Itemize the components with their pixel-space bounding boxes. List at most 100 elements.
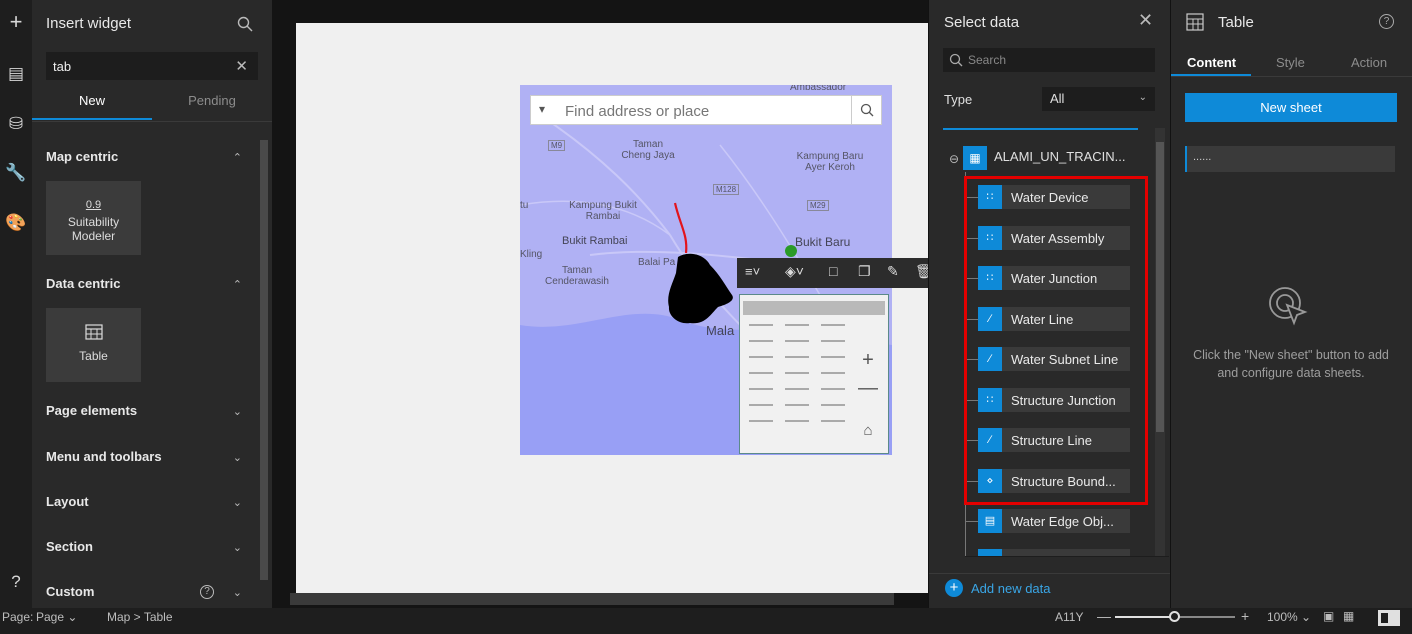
section-data-centric[interactable]: Data centric [46,276,120,291]
tab-style[interactable]: Style [1276,55,1305,70]
chevron-up-icon[interactable]: ⌃ [233,151,242,164]
left-rail: + ▤ ⛁ 🔧 🎨 ? [0,0,32,608]
chevron-down-icon[interactable]: ⌄ [233,451,242,464]
zoom-out-icon[interactable]: — [1097,608,1111,624]
new-sheet-button[interactable]: New sheet [1185,93,1397,122]
highlight-box [964,176,1148,505]
zoom-in-icon[interactable]: + [853,349,883,373]
fit-icon[interactable]: ▣ [1323,609,1334,623]
breadcrumb: Map > Table [107,610,173,624]
breadcrumb-item[interactable]: Table [144,610,173,624]
tools-icon[interactable]: 🔧 [0,157,32,189]
map-layer-icon: ▦ [963,146,987,170]
collapse-icon[interactable]: ⊖ [949,152,959,166]
table-icon [84,324,103,340]
help-icon[interactable]: ? [0,566,32,598]
zoom-slider[interactable] [1115,611,1235,622]
scrollbar[interactable] [1155,128,1165,556]
add-new-data-link[interactable]: Add new data [971,581,1051,596]
horizontal-scrollbar[interactable] [290,593,894,605]
unlock-icon[interactable]: □ [829,263,837,279]
data-icon[interactable]: ⛁ [0,108,32,140]
search-icon [949,53,963,67]
clear-icon[interactable]: ✕ [235,57,248,75]
empty-state-hint: Click the "New sheet" button to add and … [1193,348,1389,380]
map-search-placeholder: Find address or place [565,103,710,120]
map-label: Kampung Bukit Rambai [569,200,637,222]
search-placeholder: Search [968,53,1007,67]
plus-icon[interactable]: + [0,6,32,38]
map-search-button[interactable] [851,96,881,124]
breadcrumb-item[interactable]: Map [107,610,130,624]
panel-title: Table [1218,14,1254,31]
widget-tile-table[interactable]: Table [46,308,141,382]
tab-action[interactable]: Action [1351,55,1387,70]
section-layout[interactable]: Layout [46,494,89,509]
widget-settings-panel: Table ? Content Style Action New sheet .… [1170,0,1412,608]
fullscreen-icon[interactable]: ▦ [1343,609,1354,623]
canvas-area: ▾ Find address or place Ambassador Taman… [272,0,933,608]
zoom-out-icon[interactable]: — [853,378,883,403]
map-label: Taman Cheng Jaya [621,139,675,161]
home-icon[interactable]: ⌂ [853,419,883,443]
zoom-select[interactable]: 100% ⌄ [1267,610,1311,624]
widget-tile-suitability-modeler[interactable]: 0.9 Suitability Modeler [46,181,141,255]
edit-icon[interactable]: ✎ [887,263,899,280]
map-search-input[interactable]: ▾ Find address or place [530,95,882,125]
add-data-icon[interactable]: + [945,579,963,597]
type-select[interactable]: All ⌄ [1042,87,1155,111]
close-icon[interactable]: ✕ [1138,10,1153,31]
panel-toggle-icon[interactable] [1378,610,1400,626]
root-layer-label[interactable]: ALAMI_UN_TRACIN... [994,149,1125,164]
section-section[interactable]: Section [46,539,93,554]
chevron-up-icon[interactable]: ⌃ [233,278,242,291]
map-label: M128 [713,184,740,195]
page-icon[interactable]: ▤ [0,58,32,90]
chevron-down-icon[interactable]: ⌄ [233,541,242,554]
chevron-down-icon[interactable]: ⌄ [233,586,242,599]
layers-icon[interactable]: ◈˅ [785,263,804,280]
accessibility-label[interactable]: A11Y [1055,610,1083,624]
zoom-in-icon[interactable]: + [1241,608,1249,624]
section-custom[interactable]: Custom [46,584,94,599]
tree-accent-line [943,128,1138,130]
tab-pending[interactable]: Pending [152,88,272,120]
divider [1171,76,1412,77]
theme-icon[interactable]: 🎨 [0,207,32,239]
table-widget[interactable]: + — ⌂ [739,294,889,454]
tab-content[interactable]: Content [1187,55,1236,70]
tile-label: Table [79,349,108,363]
chevron-down-icon[interactable]: ⌄ [233,496,242,509]
help-icon[interactable]: ? [1379,14,1394,29]
chevron-down-icon[interactable]: ⌄ [233,405,242,418]
sheet-placeholder-item[interactable]: ...... [1185,146,1395,172]
map-label: Kling [520,249,543,260]
table-icon [978,549,1002,556]
map-label: Balai Pa [638,257,676,268]
map-label: Kampung Baru Ayer Keroh [796,151,864,173]
page-value: Page [36,610,65,624]
scrollbar[interactable] [260,140,268,580]
section-page-elements[interactable]: Page elements [46,403,137,418]
page-sheet[interactable]: ▾ Find address or place Ambassador Taman… [296,23,933,593]
data-search-input[interactable]: Search [943,48,1155,72]
help-icon[interactable]: ? [200,585,214,599]
zoom-slider-thumb[interactable] [1169,611,1180,622]
search-icon [860,103,874,117]
zoom-value: 100% [1267,610,1298,624]
layer-water-edge-object[interactable]: ▤ Water Edge Obj... [978,509,1130,533]
search-icon[interactable] [237,16,253,32]
section-map-centric[interactable]: Map centric [46,149,118,164]
map-label: M9 [548,140,566,151]
duplicate-icon[interactable]: ❐ [858,263,871,280]
page-select[interactable]: Page ⌄ [36,610,77,624]
divider [32,121,272,122]
align-icon[interactable]: ≡˅ [745,264,760,279]
dropdown-icon[interactable]: ▾ [539,102,545,116]
suitability-icon: 0.9 [85,199,102,211]
widget-search-input[interactable]: tab ✕ [46,52,258,80]
section-menu-and-toolbars[interactable]: Menu and toolbars [46,449,162,464]
tab-new[interactable]: New [32,88,152,120]
type-value: All [1050,91,1065,106]
chevron-down-icon: ⌄ [1138,92,1147,103]
